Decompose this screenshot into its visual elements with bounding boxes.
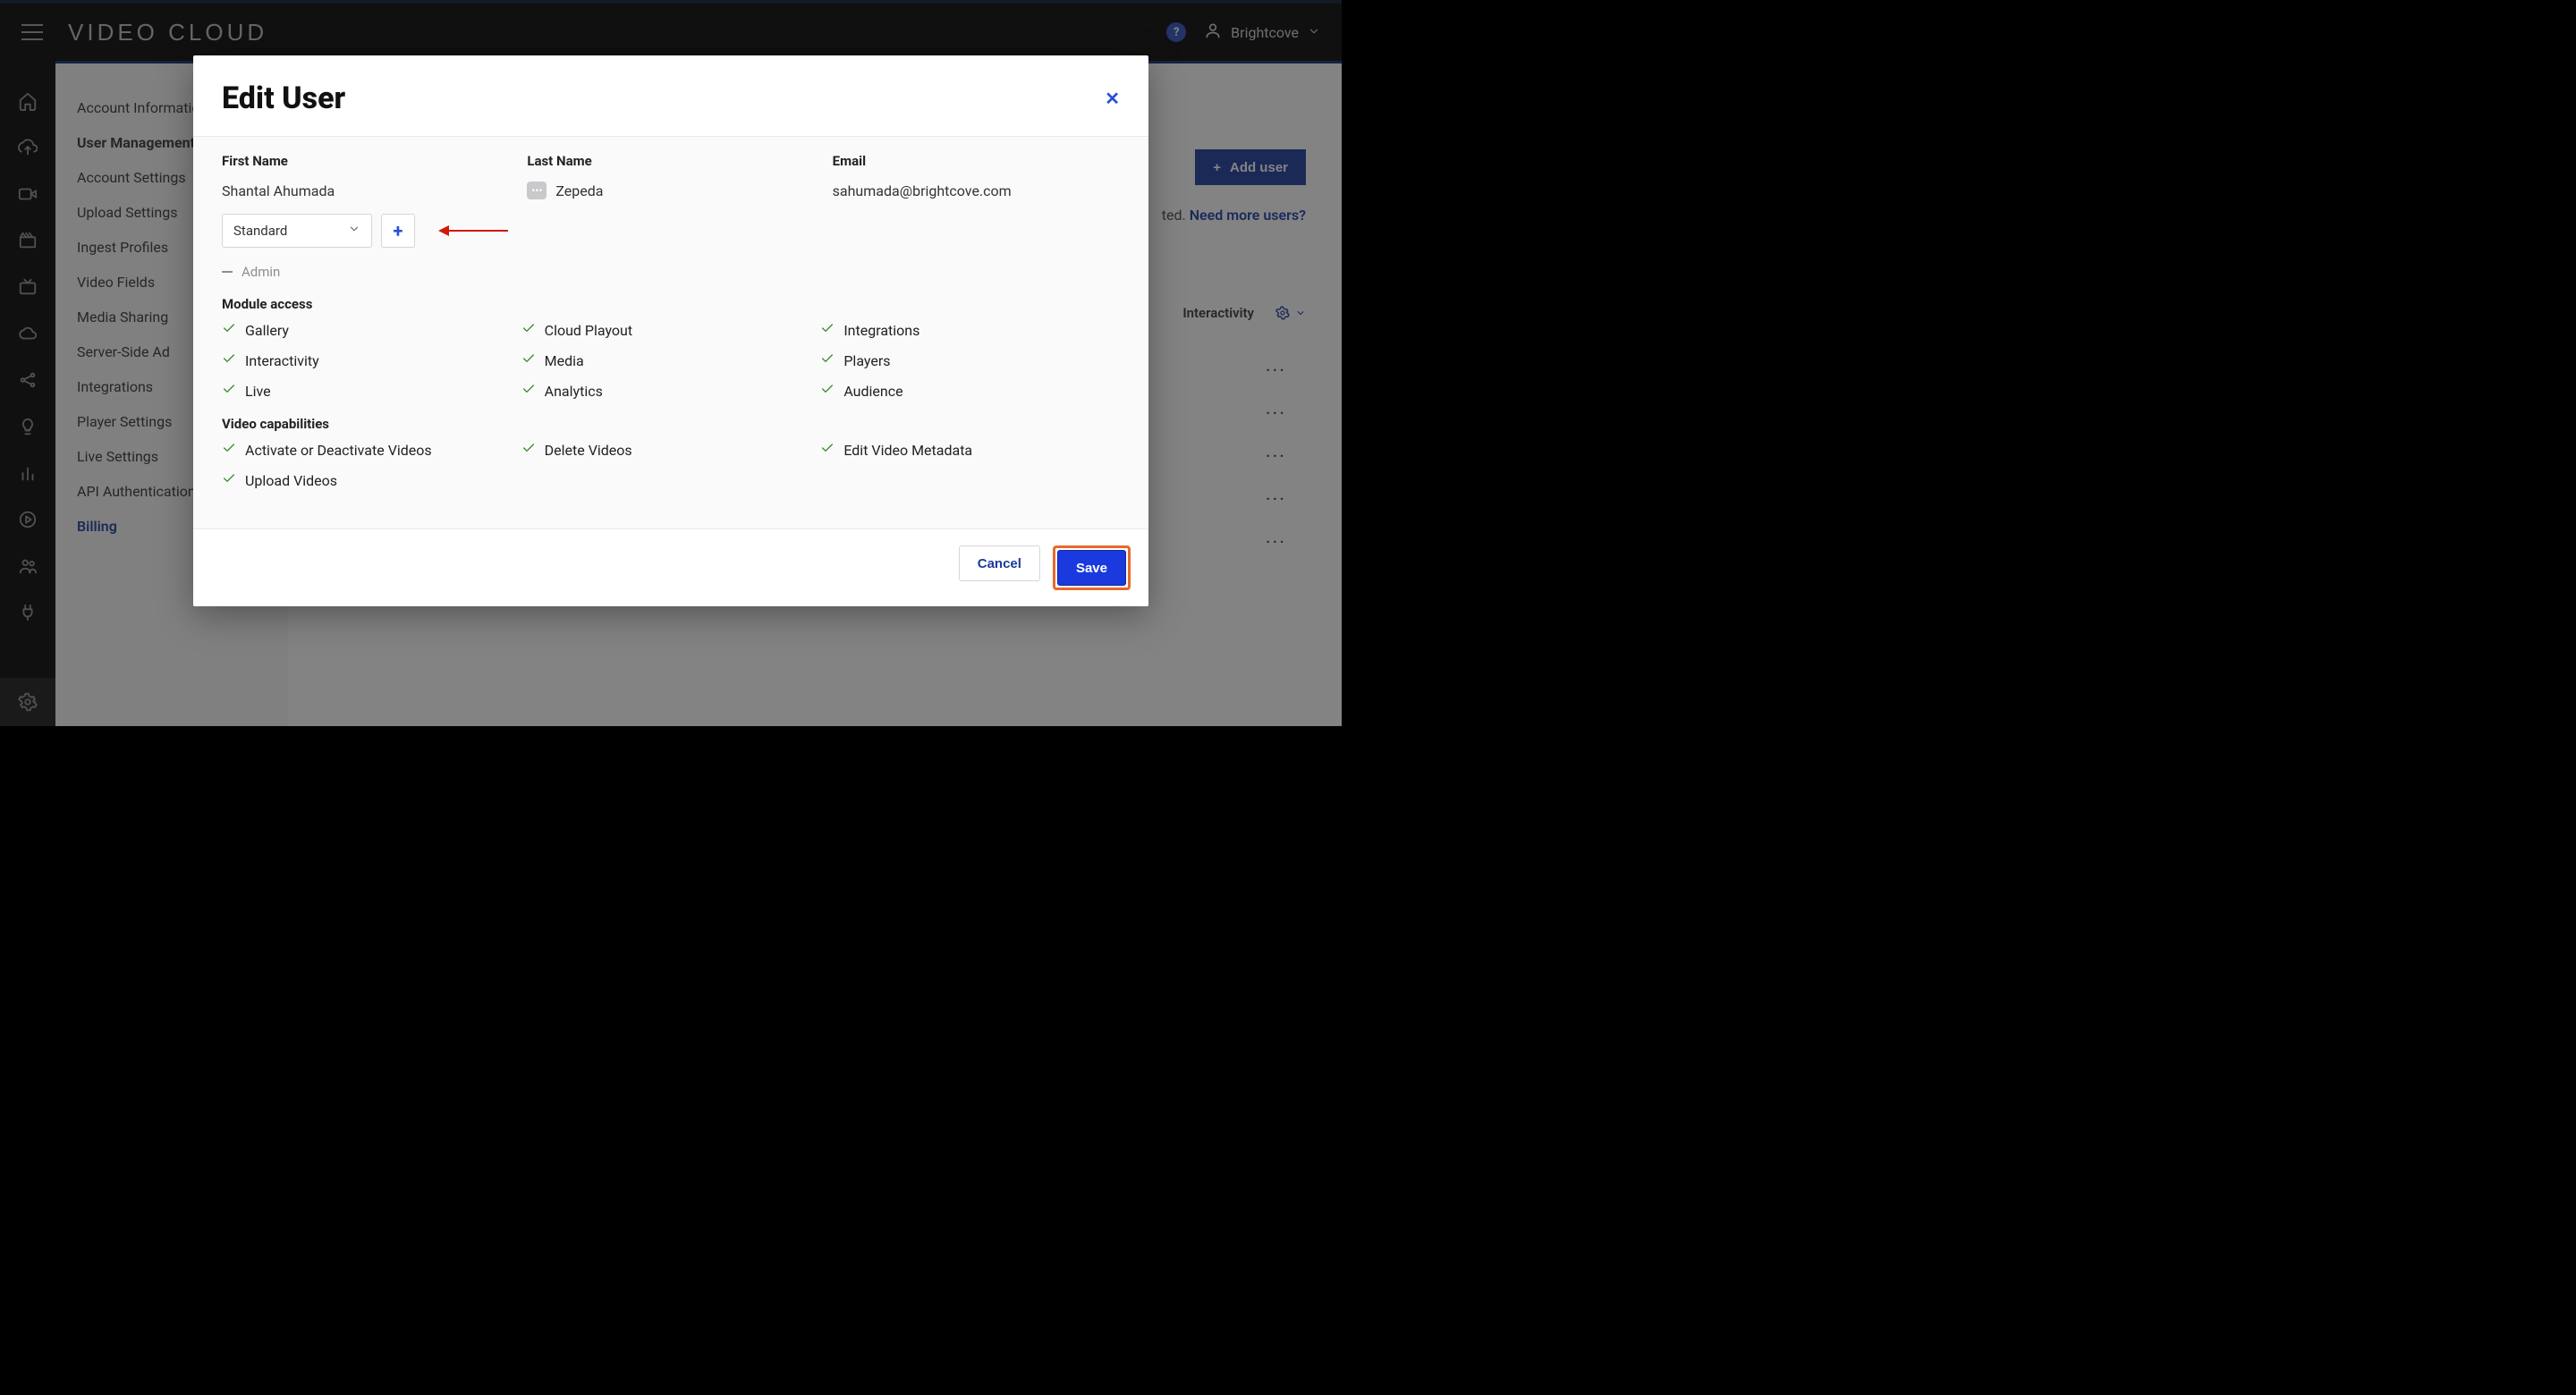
check-icon (820, 321, 835, 339)
label-first-name: First Name (222, 153, 509, 169)
chevron-down-icon (348, 223, 360, 239)
module-label: Gallery (245, 322, 289, 339)
edit-user-modal: Edit User ✕ First Name Last Name Email S… (193, 55, 1148, 606)
video-caps-title: Video capabilities (222, 416, 1120, 432)
check-icon (222, 471, 236, 489)
check-icon (820, 351, 835, 369)
value-first-name: Shantal Ahumada (222, 182, 509, 199)
check-icon (521, 351, 536, 369)
module-item: Cloud Playout (521, 321, 821, 339)
admin-label: Admin (242, 264, 280, 280)
videocap-label: Upload Videos (245, 472, 337, 489)
modal-footer: Cancel Save (193, 528, 1148, 606)
module-access-grid: Gallery Cloud Playout Integrations Inter… (222, 321, 1120, 400)
module-item: Players (820, 351, 1120, 369)
cancel-button[interactable]: Cancel (959, 545, 1040, 581)
admin-removed-chip: Admin (222, 264, 1120, 280)
check-icon (521, 441, 536, 459)
label-last-name: Last Name (527, 153, 814, 169)
videocap-item: Edit Video Metadata (820, 441, 1120, 459)
module-item: Interactivity (222, 351, 521, 369)
module-label: Analytics (545, 383, 603, 400)
module-item: Integrations (820, 321, 1120, 339)
check-icon (222, 441, 236, 459)
label-email: Email (833, 153, 1120, 169)
module-access-title: Module access (222, 296, 1120, 312)
module-label: Audience (843, 383, 902, 400)
module-label: Cloud Playout (545, 322, 632, 339)
check-icon (521, 382, 536, 400)
last-name-text: Zepeda (555, 182, 603, 199)
module-label: Players (843, 352, 890, 369)
close-icon[interactable]: ✕ (1105, 88, 1120, 109)
videocap-label: Edit Video Metadata (843, 442, 972, 459)
extension-badge-icon: ••• (527, 182, 547, 199)
module-item: Audience (820, 382, 1120, 400)
module-item: Gallery (222, 321, 521, 339)
role-select-value: Standard (233, 223, 287, 239)
videocap-item: Upload Videos (222, 471, 521, 489)
modal-title: Edit User (222, 80, 345, 116)
module-item: Analytics (521, 382, 821, 400)
videocap-item: Activate or Deactivate Videos (222, 441, 521, 459)
modal-body: First Name Last Name Email Shantal Ahuma… (193, 137, 1148, 528)
save-button[interactable]: Save (1057, 550, 1126, 586)
save-highlight: Save (1053, 545, 1131, 590)
video-caps-grid: Activate or Deactivate Videos Delete Vid… (222, 441, 1120, 489)
value-email: sahumada@brightcove.com (833, 182, 1120, 199)
role-row: Standard + (222, 214, 1120, 248)
role-select[interactable]: Standard (222, 214, 372, 248)
module-label: Media (545, 352, 584, 369)
value-last-name: ••• Zepeda (527, 182, 814, 199)
annotation-arrow (438, 225, 508, 236)
module-item: Media (521, 351, 821, 369)
check-icon (820, 382, 835, 400)
module-label: Interactivity (245, 352, 319, 369)
videocap-label: Delete Videos (545, 442, 632, 459)
check-icon (820, 441, 835, 459)
module-label: Integrations (843, 322, 919, 339)
minus-icon (222, 271, 233, 273)
module-item: Live (222, 382, 521, 400)
module-label: Live (245, 383, 271, 400)
check-icon (222, 382, 236, 400)
check-icon (521, 321, 536, 339)
videocap-label: Activate or Deactivate Videos (245, 442, 432, 459)
videocap-item: Delete Videos (521, 441, 821, 459)
check-icon (222, 351, 236, 369)
add-role-button[interactable]: + (381, 214, 415, 248)
check-icon (222, 321, 236, 339)
modal-header: Edit User ✕ (193, 55, 1148, 137)
